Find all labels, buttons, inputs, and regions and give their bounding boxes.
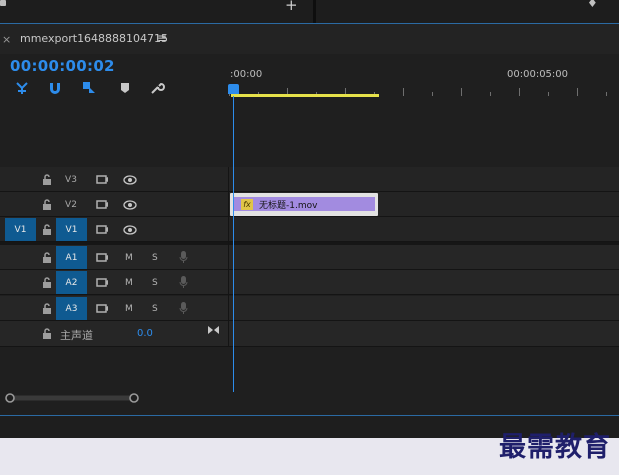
marker-icon[interactable] <box>117 80 133 96</box>
track-target-a3[interactable]: A3 <box>56 297 87 320</box>
playhead-line <box>233 96 234 392</box>
mute-button-a2[interactable]: M <box>125 278 133 288</box>
track-v1 <box>0 217 619 242</box>
microphone-icon[interactable] <box>179 302 188 315</box>
video-audio-divider <box>0 242 619 245</box>
marker-small-icon[interactable]: ♦ <box>587 0 598 10</box>
solo-button-a1[interactable]: S <box>152 253 158 263</box>
ruler-tick <box>606 92 607 96</box>
toggle-sync-lock-icon[interactable] <box>96 174 109 185</box>
lock-icon[interactable] <box>41 174 53 186</box>
magnet-icon[interactable] <box>47 80 63 96</box>
fx-badge[interactable]: fx <box>241 199 253 210</box>
track-a2 <box>0 270 619 295</box>
toggle-sync-lock-icon[interactable] <box>96 303 109 314</box>
toggle-sync-lock-icon[interactable] <box>96 252 109 263</box>
track-header-separator <box>228 167 229 347</box>
track-target-v1[interactable]: V1 <box>56 218 87 241</box>
panel-divider <box>313 0 316 24</box>
sequence-tab-title[interactable]: mmexport1648888104715 <box>20 32 168 45</box>
lock-icon[interactable] <box>41 303 53 315</box>
snap-ripple-icon[interactable] <box>14 80 30 96</box>
top-panel-bar: + ♦ <box>0 0 619 24</box>
ruler-tick <box>548 92 549 96</box>
track-target-a1[interactable]: A1 <box>56 246 87 269</box>
ruler-tick <box>403 88 404 96</box>
mute-button-a1[interactable]: M <box>125 253 133 263</box>
toggle-sync-lock-icon[interactable] <box>96 277 109 288</box>
track-a3 <box>0 296 619 321</box>
track-label-v3[interactable]: V3 <box>56 175 86 185</box>
clip-name: 无标题-1.mov <box>259 201 318 211</box>
clip-body: fx 无标题-1.mov <box>233 197 375 211</box>
ruler-tick <box>461 88 462 96</box>
camera-icon[interactable] <box>0 0 6 6</box>
playhead-timecode[interactable]: 00:00:00:02 <box>10 57 115 75</box>
go-to-end-icon[interactable] <box>207 325 220 335</box>
add-icon[interactable]: + <box>285 0 298 14</box>
ruler-tick <box>519 88 520 96</box>
lock-icon[interactable] <box>41 199 53 211</box>
close-icon[interactable]: × <box>2 33 11 46</box>
playhead-handle[interactable] <box>228 84 239 94</box>
video-clip[interactable]: fx 无标题-1.mov <box>230 193 378 216</box>
panel-menu-icon[interactable]: ≡ <box>157 31 167 45</box>
work-area-bar[interactable] <box>231 94 379 97</box>
ruler-start-label: :00:00 <box>230 69 263 80</box>
solo-button-a2[interactable]: S <box>152 278 158 288</box>
ruler-end-label: 00:00:05:00 <box>507 69 569 80</box>
ruler-tick <box>432 92 433 96</box>
microphone-icon[interactable] <box>179 276 188 289</box>
ruler-tick <box>577 88 578 96</box>
solo-button-a3[interactable]: S <box>152 304 158 314</box>
toggle-sync-lock-icon[interactable] <box>96 224 109 235</box>
eye-icon[interactable] <box>123 175 137 185</box>
wrench-icon[interactable] <box>149 80 165 96</box>
eye-icon[interactable] <box>123 225 137 235</box>
master-volume-value[interactable]: 0.0 <box>137 328 153 339</box>
master-track-label: 主声道 <box>60 329 93 342</box>
eye-icon[interactable] <box>123 200 137 210</box>
toggle-sync-lock-icon[interactable] <box>96 199 109 210</box>
watermark-text: 最需教育 <box>499 432 611 463</box>
lock-icon[interactable] <box>41 224 53 236</box>
zoom-scrollbar[interactable] <box>0 391 229 405</box>
track-label-v2[interactable]: V2 <box>56 200 86 210</box>
lock-icon[interactable] <box>41 328 53 340</box>
mute-button-a3[interactable]: M <box>125 304 133 314</box>
linked-selection-icon[interactable] <box>81 80 97 96</box>
lock-icon[interactable] <box>41 252 53 264</box>
lock-icon[interactable] <box>41 277 53 289</box>
track-a1 <box>0 245 619 270</box>
ruler-tick <box>490 92 491 96</box>
source-patch-v1[interactable]: V1 <box>5 218 36 241</box>
track-v3 <box>0 167 619 192</box>
microphone-icon[interactable] <box>179 251 188 264</box>
track-target-a2[interactable]: A2 <box>56 271 87 294</box>
